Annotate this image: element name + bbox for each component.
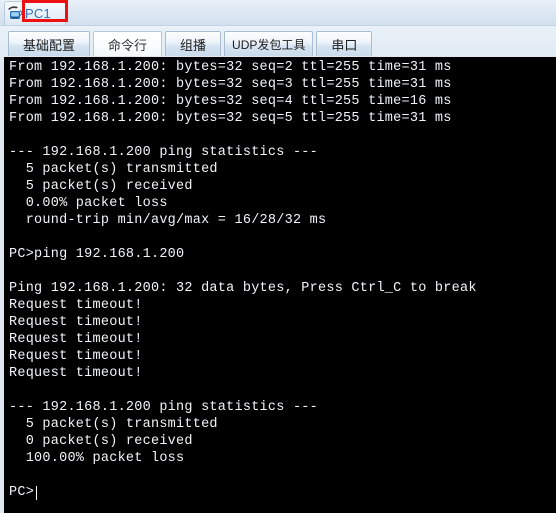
window-title-label: PC1: [25, 5, 51, 21]
tab-udp-tool-label: UDP发包工具: [232, 37, 306, 52]
pc-device-icon: [7, 5, 24, 22]
terminal-frame: From 192.168.1.200: bytes=32 seq=2 ttl=2…: [0, 56, 556, 513]
tab-basic-config-label: 基础配置: [23, 37, 76, 53]
tab-serial-port[interactable]: 串口: [316, 31, 373, 56]
tab-serial-port-label: 串口: [331, 37, 358, 53]
tab-command-line[interactable]: 命令行: [93, 31, 163, 56]
tab-command-line-label: 命令行: [108, 37, 148, 53]
terminal-output-text: From 192.168.1.200: bytes=32 seq=2 ttl=2…: [9, 60, 477, 500]
tab-list: 基础配置 命令行 组播 UDP发包工具 串口: [8, 30, 375, 56]
tab-multicast-label: 组播: [180, 37, 207, 53]
tab-strip: 基础配置 命令行 组播 UDP发包工具 串口: [0, 26, 556, 56]
tab-basic-config[interactable]: 基础配置: [8, 31, 91, 56]
terminal-cursor: [36, 486, 38, 500]
pc1-console-window: PC1 基础配置 命令行 组播 UDP发包工具 串口 From 192.168.…: [0, 0, 556, 513]
window-title-tab[interactable]: PC1: [4, 1, 66, 25]
window-title-bar: PC1: [0, 0, 556, 26]
tab-udp-tool[interactable]: UDP发包工具: [224, 31, 314, 56]
command-line-terminal[interactable]: From 192.168.1.200: bytes=32 seq=2 ttl=2…: [4, 57, 556, 513]
tab-multicast[interactable]: 组播: [165, 31, 222, 56]
